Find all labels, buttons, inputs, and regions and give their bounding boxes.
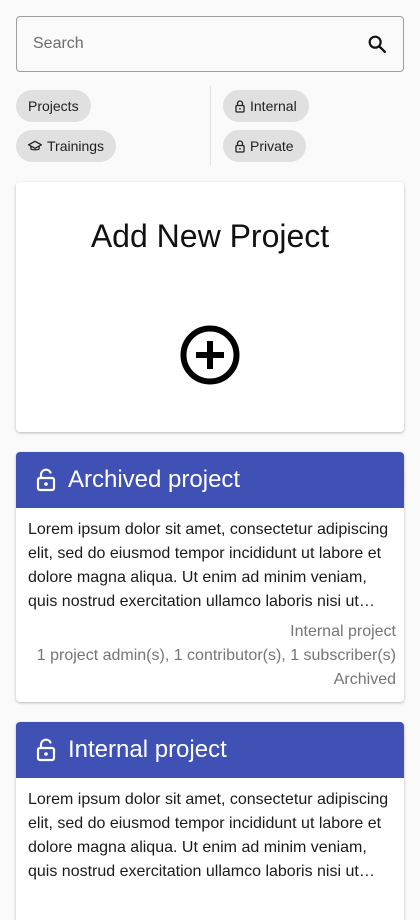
filter-chip-trainings[interactable]: Trainings (16, 130, 117, 162)
project-card-header: Archived project (16, 452, 404, 508)
filter-chip-internal[interactable]: Internal (223, 90, 309, 122)
project-card-header: Internal project (16, 722, 404, 778)
lock-icon (235, 139, 245, 153)
lock-icon (235, 99, 245, 113)
lock-open-icon (36, 738, 56, 762)
search-icon[interactable] (365, 32, 389, 56)
filter-chip-private[interactable]: Private (223, 130, 306, 162)
chip-label: Projects (28, 98, 79, 114)
chip-label: Trainings (47, 138, 105, 154)
project-title: Internal project (68, 736, 227, 763)
project-visibility: Internal project (290, 623, 396, 640)
add-circle-icon[interactable] (179, 324, 241, 386)
filter-chip-projects[interactable]: Projects (16, 90, 91, 122)
chip-label: Private (250, 138, 294, 154)
project-members: 1 project admin(s), 1 contributor(s), 1 … (36, 647, 396, 664)
project-status: Archived (333, 671, 396, 688)
search-box[interactable] (16, 16, 404, 72)
filter-divider (210, 86, 211, 166)
project-meta: Internal project 1 project admin(s), 1 c… (16, 614, 404, 702)
project-card[interactable]: Internal project Lorem ipsum dolor sit a… (16, 722, 404, 920)
search-input[interactable] (33, 35, 365, 53)
project-card[interactable]: Archived project Lorem ipsum dolor sit a… (16, 452, 404, 702)
filter-chips: Projects Trainings Internal Private (16, 86, 404, 166)
project-title: Archived project (68, 466, 241, 493)
add-project-title: Add New Project (90, 218, 330, 254)
project-description: Lorem ipsum dolor sit amet, consectetur … (28, 791, 389, 880)
project-description: Lorem ipsum dolor sit amet, consectetur … (28, 521, 389, 610)
graduation-cap-icon (28, 140, 42, 151)
add-project-card[interactable]: Add New Project (16, 182, 404, 432)
chip-label: Internal (250, 98, 297, 114)
lock-open-icon (36, 468, 56, 492)
